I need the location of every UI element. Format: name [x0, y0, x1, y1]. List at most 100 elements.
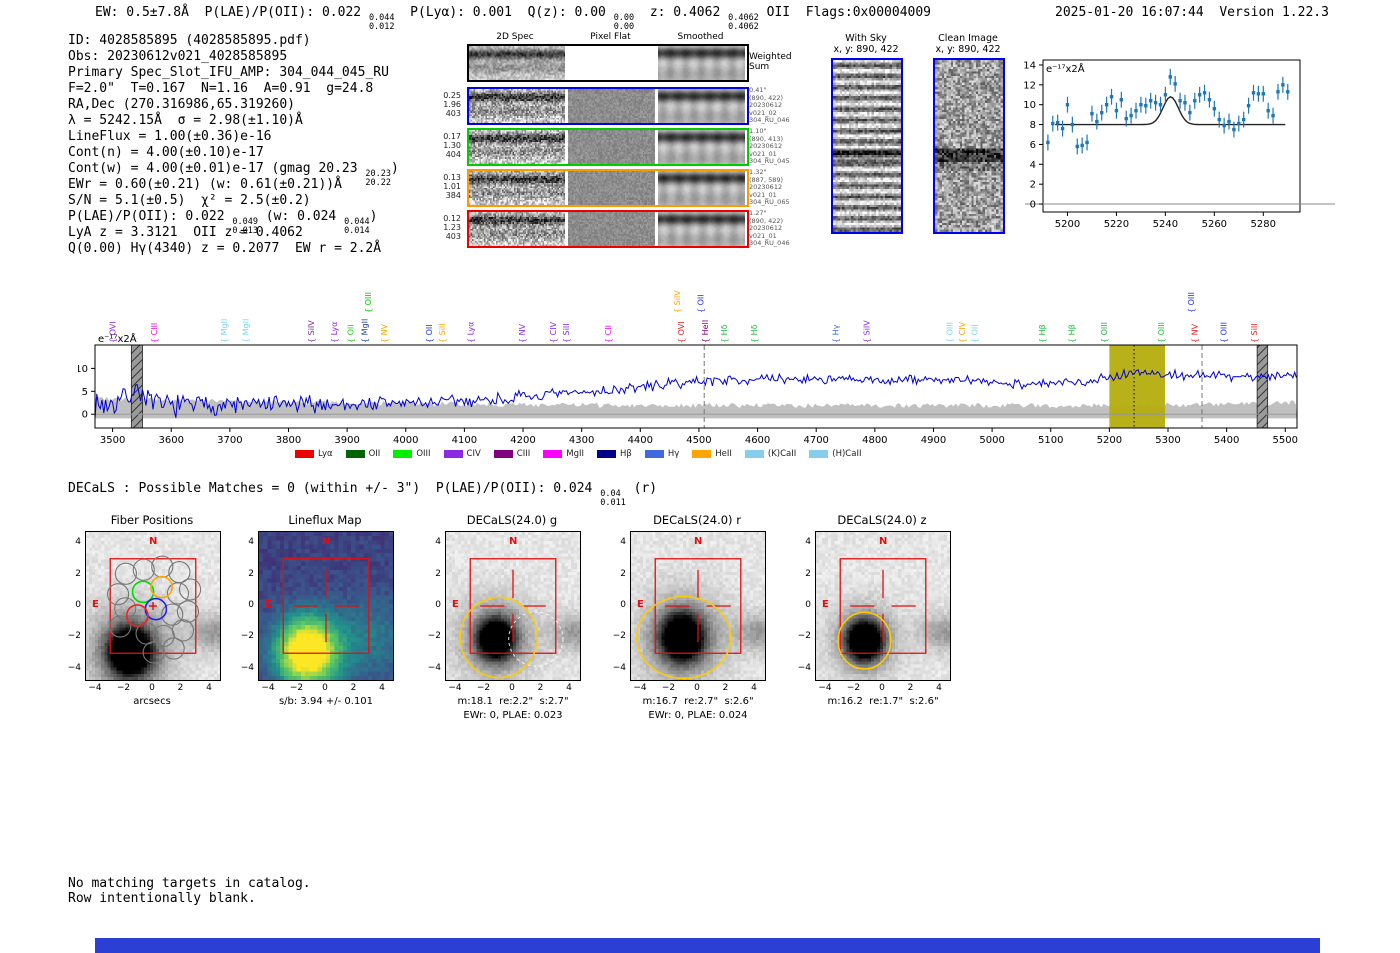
fiber-circle [178, 578, 202, 601]
y-tick: 2 [435, 568, 441, 579]
x-tick: −4 [261, 683, 275, 693]
image-pixels [568, 130, 655, 164]
y-tick: 2 [805, 568, 811, 579]
info-line: EWr = 0.60(±0.21) (w: 0.61(±0.21))Å [68, 177, 399, 193]
x-tick: 2 [722, 683, 729, 693]
panel-plot: NE [258, 531, 394, 681]
panel-title: DECaLS(24.0) z [837, 513, 927, 527]
image-pixels [935, 60, 1003, 232]
x-tick: 2 [350, 683, 357, 693]
cutout-row [467, 210, 749, 248]
with-sky-title: With Sky [845, 33, 887, 44]
text-segment: λ = 5242.15Å σ = 2.98(±1.10)Å [68, 113, 303, 128]
panel-xlabel: arcsecs [133, 696, 171, 707]
x-tick: 4 [936, 683, 942, 693]
cutout-row-meta: 0.41" (890, 422) 20230612 v021_02 304_RU_046 [749, 86, 790, 124]
emission-line-label: { HeII [701, 320, 710, 343]
text-segment: Obs: 20230612v021_4028585895 [68, 49, 288, 64]
panel-title: Fiber Positions [110, 513, 194, 527]
info-line: ID: 4028585895 (4028585895.pdf) [68, 33, 399, 49]
cutout-row [467, 169, 749, 207]
legend-item: CIV [443, 449, 481, 459]
text-segment: LyA z = 3.3121 OII z = 0.4062 [68, 225, 303, 240]
emission-line-label: { OII [425, 324, 434, 343]
cutout-row-stats: 0.12 1.23 403 [443, 214, 461, 241]
image-pixels [568, 46, 655, 80]
panel-plot: NE [630, 531, 766, 681]
legend-label: Hβ [620, 449, 632, 459]
text-segment: Cont(n) = 4.00(±0.10)e-17 [68, 145, 264, 160]
legend-swatch [692, 450, 712, 458]
y-tick: 4 [435, 537, 441, 548]
y-tick: 0 [435, 600, 441, 610]
text-segment: RA,Dec (270.316986,65.319260) [68, 97, 295, 112]
x-tick: 2 [907, 683, 914, 693]
text-segment: OII Flags:0x00004009 [758, 5, 931, 20]
legend-swatch [493, 450, 513, 458]
text-segment: DECaLS : Possible Matches = 0 (within +/… [68, 481, 601, 496]
x-tick: −2 [661, 683, 676, 693]
text-segment: S/N = 5.1(±0.5) χ² = 2.5(±0.2) [68, 193, 311, 208]
x-tick: −2 [116, 683, 131, 693]
sup-sub-value: 0.4062 0.4062 [728, 13, 759, 32]
east-label: E [265, 599, 272, 610]
north-label: N [322, 536, 331, 547]
x-tick: 0 [509, 683, 515, 693]
text-segment: z: 0.4062 [634, 5, 729, 20]
with-sky-panel: With Sky x, y: 890, 422 [820, 33, 912, 234]
col-header-pixelflat: Pixel Flat [590, 32, 631, 42]
emission-line-label: { Hβ [1038, 324, 1047, 343]
panel-caption-2: EWr: 0, PLAE: 0.024 [648, 710, 748, 721]
emission-line-label: { CIV [549, 321, 558, 343]
legend-label: HeII [715, 449, 732, 459]
y-tick: 0 [620, 600, 626, 610]
y-tick: 2 [75, 568, 81, 579]
north-label: N [509, 536, 518, 547]
emission-line-label: { MgII [361, 319, 370, 343]
y-tick: −4 [427, 662, 441, 673]
east-label: E [92, 599, 99, 610]
emission-line-label: { OIII [1220, 322, 1229, 343]
emission-line-label: { OVI [677, 321, 686, 343]
svg-text:5: 5 [82, 387, 88, 398]
y-tick: −2 [612, 631, 626, 642]
x-tick: −4 [448, 683, 462, 693]
svg-text:5260: 5260 [1202, 219, 1227, 230]
y-tick: −2 [797, 631, 811, 642]
east-label: E [452, 599, 459, 610]
panel-caption-1: m:16.7 re:2.7" s:2.6" [642, 696, 754, 707]
info-line: F=2.0" T=0.167 N=1.16 A=0.91 g=24.8 [68, 81, 399, 97]
emission-line-label: { OIII [1187, 292, 1196, 313]
svg-text:2: 2 [1030, 180, 1036, 191]
panel-decals-24-0-z: DECaLS(24.0) z N E −4 −4 −2 −2 0 0 2 2 4 4 m:16.2 re:… [783, 505, 983, 730]
y-tick: −4 [797, 662, 811, 673]
info-line: Cont(w) = 4.00(±0.01)e-17 (gmag 20.23 20… [68, 161, 399, 187]
fiber-circle [132, 558, 155, 581]
north-label: N [694, 536, 703, 547]
x-tick: 2 [537, 683, 544, 693]
x-tick: −4 [88, 683, 102, 693]
emission-line-label: { Lyα [330, 322, 339, 343]
emission-line-label: { Lyα [466, 322, 475, 343]
legend-item: CIII [493, 449, 530, 459]
text-segment: (r) [625, 481, 658, 496]
x-tick: 0 [322, 683, 328, 693]
svg-text:5220: 5220 [1104, 219, 1129, 230]
text-segment: EW: 0.5±7.8Å P(LAE)/P(OII): 0.022 [95, 5, 369, 20]
panel-caption-2: EWr: 0, PLAE: 0.023 [463, 710, 563, 721]
svg-text:0: 0 [1030, 200, 1036, 211]
info-line: P(LAE)/P(OII): 0.022 0.049 0.013 (w: 0.02… [68, 209, 399, 235]
panel-caption-1: m:18.1 re:2.2" s:2.7" [457, 696, 569, 707]
emission-line-label: { SiIV [863, 320, 872, 343]
legend-swatch [809, 450, 829, 458]
line-fit-chart: 5200 5220 5240 5260 5280 0 2 4 6 8 10 12 14 e⁻¹⁷x2Å [1015, 45, 1345, 244]
legend-label: Lyα [318, 449, 333, 459]
legend-swatch [393, 450, 413, 458]
svg-text:5300: 5300 [1155, 435, 1180, 446]
image-pixels [658, 171, 745, 205]
legend-item: MgII [543, 449, 584, 459]
y-tick: −4 [67, 662, 81, 673]
image-pixels [658, 212, 745, 246]
image-pixels [469, 212, 565, 246]
text-segment: Cont(w) = 4.00(±0.01)e-17 (gmag 20.23 [68, 161, 366, 176]
